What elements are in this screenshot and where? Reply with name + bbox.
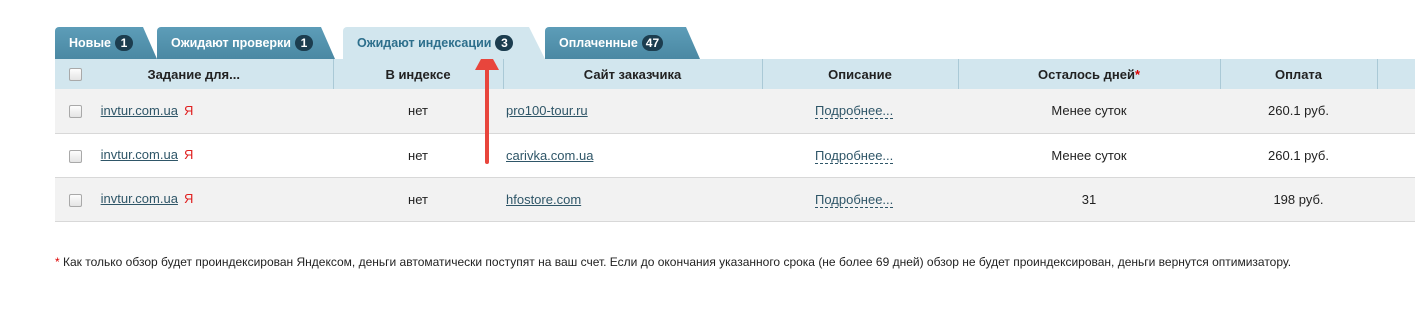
yandex-icon: Я xyxy=(183,191,194,207)
yandex-icon: Я xyxy=(183,147,194,163)
details-link[interactable]: Подробнее... xyxy=(815,103,894,120)
tab-new-label: Новые xyxy=(69,36,111,50)
header-days-left-star: * xyxy=(1134,66,1141,82)
tab-paid-count-badge: 47 xyxy=(642,35,663,51)
cell-site: hfostore.com xyxy=(503,177,762,222)
details-link[interactable]: Подробнее... xyxy=(815,147,894,164)
yandex-icon: Я xyxy=(183,103,194,119)
task-site-link[interactable]: invtur.com.ua xyxy=(101,191,178,206)
row-checkbox[interactable] xyxy=(69,105,82,119)
tab-new-count-badge: 1 xyxy=(115,35,133,51)
header-site: Сайт заказчика xyxy=(503,59,763,89)
table-row: invtur.com.ua Я нет pro100-tour.ru Подроб… xyxy=(55,89,1415,134)
footnote: * Как только обзор будет проиндексирован… xyxy=(55,255,1291,269)
table-row: invtur.com.ua Я нет carivka.com.ua Подроб… xyxy=(55,133,1415,178)
customer-site-link[interactable]: carivka.com.ua xyxy=(506,148,593,163)
cell-task: invtur.com.ua Я xyxy=(55,177,333,222)
cell-filler xyxy=(1377,89,1415,134)
row-checkbox[interactable] xyxy=(69,193,82,207)
header-task: Задание для... xyxy=(55,59,334,89)
tab-paid-label: Оплаченные xyxy=(559,36,638,50)
tab-bar: Новые 1 Ожидают проверки 1 Ожидают индек… xyxy=(55,27,755,59)
cell-days-left: Менее суток xyxy=(958,89,1220,134)
cell-description: Подробнее... xyxy=(762,89,958,134)
tab-awaiting-review[interactable]: Ожидают проверки 1 xyxy=(157,27,335,59)
tab-awaiting-review-count-badge: 1 xyxy=(295,35,313,51)
cell-task: invtur.com.ua Я xyxy=(55,89,333,134)
cell-payment: 260.1 руб. xyxy=(1220,133,1377,178)
customer-site-link[interactable]: hfostore.com xyxy=(506,192,581,207)
tab-awaiting-indexing-label: Ожидают индексации xyxy=(357,36,492,50)
tab-awaiting-indexing[interactable]: Ожидают индексации 3 xyxy=(343,27,545,59)
tab-new[interactable]: Новые 1 xyxy=(55,27,157,59)
header-days-left: Осталось дней* xyxy=(958,59,1221,89)
cell-description: Подробнее... xyxy=(762,133,958,178)
select-all-checkbox[interactable] xyxy=(69,68,82,81)
cell-site: carivka.com.ua xyxy=(503,133,762,178)
cell-days-left: 31 xyxy=(958,177,1220,222)
table-row: invtur.com.ua Я нет hfostore.com Подробне… xyxy=(55,177,1415,222)
header-task-label: Задание для... xyxy=(147,66,240,82)
row-checkbox[interactable] xyxy=(69,149,82,163)
customer-site-link[interactable]: pro100-tour.ru xyxy=(506,103,588,118)
header-filler xyxy=(1377,59,1415,89)
header-description: Описание xyxy=(762,59,959,89)
tab-awaiting-review-label: Ожидают проверки xyxy=(171,36,291,50)
header-days-left-label: Осталось дней xyxy=(1037,66,1135,82)
cell-indexed: нет xyxy=(333,177,503,222)
annotation-arrow-icon xyxy=(475,48,499,164)
cell-task: invtur.com.ua Я xyxy=(55,133,333,178)
footnote-star: * xyxy=(55,255,60,269)
cell-payment: 260.1 руб. xyxy=(1220,89,1377,134)
details-link[interactable]: Подробнее... xyxy=(815,191,894,208)
header-payment: Оплата xyxy=(1220,59,1378,89)
cell-filler xyxy=(1377,133,1415,178)
cell-payment: 198 руб. xyxy=(1220,177,1377,222)
task-site-link[interactable]: invtur.com.ua xyxy=(101,147,178,162)
orders-table-container: Задание для... В индексе Сайт заказчика … xyxy=(55,59,1415,222)
cell-days-left: Менее суток xyxy=(958,133,1220,178)
table-header-row: Задание для... В индексе Сайт заказчика … xyxy=(55,59,1415,89)
tab-awaiting-indexing-count-badge: 3 xyxy=(495,35,513,51)
tab-paid[interactable]: Оплаченные 47 xyxy=(545,27,700,59)
cell-site: pro100-tour.ru xyxy=(503,89,762,134)
cell-filler xyxy=(1377,177,1415,222)
task-site-link[interactable]: invtur.com.ua xyxy=(101,103,178,118)
cell-description: Подробнее... xyxy=(762,177,958,222)
footnote-text: Как только обзор будет проиндексирован Я… xyxy=(63,255,1292,269)
orders-table: Задание для... В индексе Сайт заказчика … xyxy=(55,59,1415,222)
